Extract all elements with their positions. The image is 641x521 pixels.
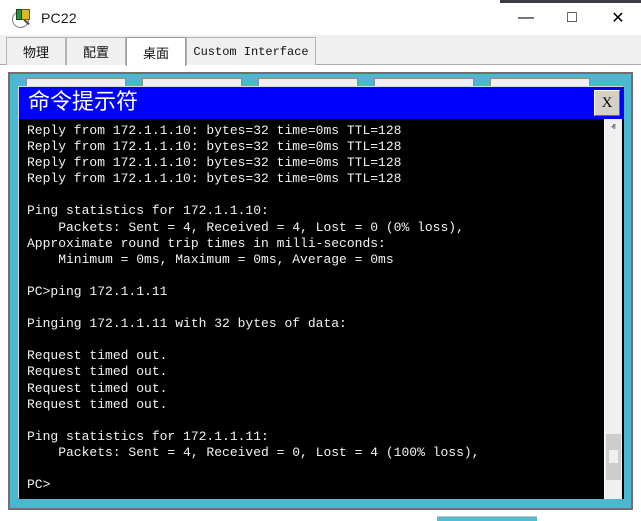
desktop-panel: 命令提示符 X Reply from 172.1.1.10: bytes=32 …: [8, 72, 633, 510]
tab-custom-interface[interactable]: Custom Interface: [186, 37, 316, 65]
window-titlebar[interactable]: PC22 — □ ✕: [0, 0, 641, 36]
close-button[interactable]: ✕: [595, 0, 641, 35]
tab-physical[interactable]: 物理: [6, 37, 66, 65]
scrollbar-thumb[interactable]: [606, 434, 621, 480]
window-bottom-area: [0, 510, 641, 521]
bottom-accent-bar: [437, 517, 537, 521]
window-edge-decoration-line: [500, 0, 641, 1]
minimize-button[interactable]: —: [503, 0, 549, 35]
command-prompt-titlebar[interactable]: 命令提示符 X: [19, 87, 624, 119]
command-prompt-close-button[interactable]: X: [594, 90, 620, 116]
tab-bar: 物理 配置 桌面 Custom Interface: [0, 35, 641, 65]
maximize-button[interactable]: □: [549, 0, 595, 35]
tab-config[interactable]: 配置: [66, 37, 126, 65]
application-window: PC22 — □ ✕ 物理 配置 桌面 Custom Interface 命令提…: [0, 0, 641, 521]
console-output-text: Reply from 172.1.1.10: bytes=32 time=0ms…: [27, 123, 597, 493]
command-prompt-window: 命令提示符 X Reply from 172.1.1.10: bytes=32 …: [18, 86, 623, 498]
scroll-down-arrow-icon[interactable]: ⱟ: [605, 482, 622, 499]
tab-desktop[interactable]: 桌面: [126, 37, 186, 66]
page-title: PC22: [41, 10, 77, 26]
console-scrollbar[interactable]: ⱏ ⱟ: [604, 119, 622, 499]
window-controls: — □ ✕: [503, 0, 641, 35]
console-output-area[interactable]: Reply from 172.1.1.10: bytes=32 time=0ms…: [19, 119, 624, 499]
command-prompt-title: 命令提示符: [28, 89, 138, 117]
scroll-up-arrow-icon[interactable]: ⱏ: [605, 119, 622, 136]
packet-tracer-icon: [12, 8, 32, 28]
